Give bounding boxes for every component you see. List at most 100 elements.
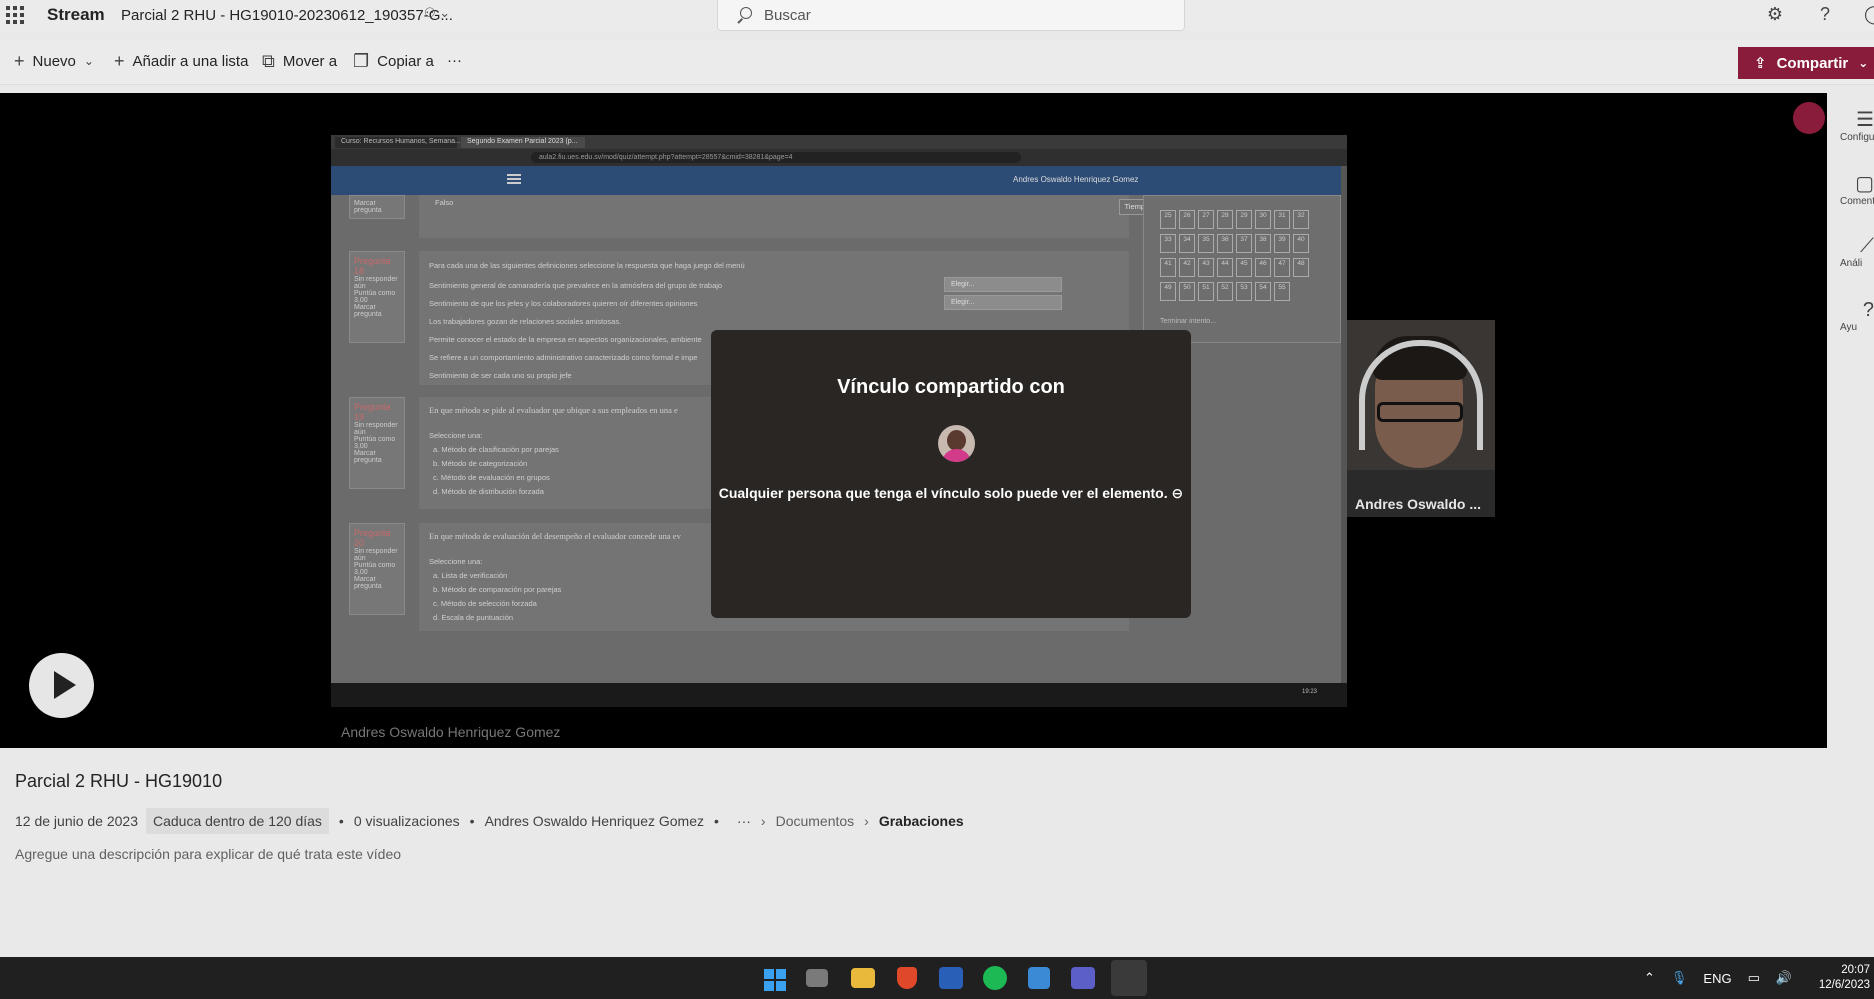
breadcrumb-documents[interactable]: Documentos (776, 813, 855, 829)
copy-to-button[interactable]: ❐ Copiar a (353, 52, 434, 70)
rail-help[interactable]: ? Ayu (1840, 299, 1874, 333)
choose-label: Seleccione una: (429, 557, 483, 566)
quiz-nav-cell: 45 (1236, 258, 1252, 277)
add-to-list-button[interactable]: + Añadir a una lista (114, 52, 248, 70)
quiz-nav-cell: 29 (1236, 210, 1252, 229)
rail-label: Ayu (1840, 322, 1858, 333)
analytics-icon: ⟋ (1860, 235, 1874, 257)
question-status: Sin responder aún (354, 276, 398, 290)
quiz-nav-cell: 49 (1160, 282, 1176, 301)
word-icon[interactable] (939, 967, 963, 989)
video-title[interactable]: Parcial 2 RHU - HG19010 (15, 771, 222, 792)
move-to-label: Mover a (282, 52, 338, 70)
video-owner[interactable]: Andres Oswaldo Henriquez Gomez (485, 813, 704, 829)
flag-text: Marcar pregunta (354, 450, 382, 464)
search-icon (736, 7, 752, 23)
option-text: b. Método de categorización (433, 459, 528, 468)
shared-taskbar: 19:23 (331, 683, 1347, 707)
microphone-icon[interactable]: 🎙 (1671, 970, 1688, 986)
separator: • (338, 813, 344, 829)
task-view-icon[interactable] (806, 969, 828, 987)
play-button[interactable] (29, 653, 94, 718)
match-row: Sentimiento de que los jefes y los colab… (429, 299, 698, 308)
separator: • (469, 813, 475, 829)
breadcrumb-more[interactable]: ··· (737, 813, 751, 829)
snipping-tool-icon[interactable] (1111, 960, 1147, 996)
quiz-nav-cell: 33 (1160, 234, 1176, 253)
person-share-icon[interactable]: ⚇ ⌄ (424, 5, 450, 21)
account-icon[interactable]: ◯ (1864, 4, 1874, 25)
chevron-down-icon: ⌄ (83, 54, 94, 68)
share-icon: ⇪ (1754, 55, 1767, 72)
share-dialog-title: Vínculo compartido con (837, 376, 1065, 398)
search-box[interactable]: Buscar (717, 0, 1185, 31)
match-row: Sentimiento de ser cada uno su propio je… (429, 371, 572, 380)
quiz-nav-cell: 55 (1274, 282, 1290, 301)
question-status: Sin responder aún (354, 548, 398, 562)
top-right-icons: ⚙ ? ◯ (1764, 4, 1874, 25)
question-score: Puntúa como 3,00 (354, 436, 396, 450)
description-input[interactable]: Agregue una descripción para explicar de… (15, 846, 401, 862)
expiry-badge[interactable]: Caduca dentro de 120 días (146, 808, 329, 834)
browser-tab-active: Segundo Examen Parcial 2023 (p... (461, 137, 585, 148)
quiz-nav-cell: 50 (1179, 282, 1195, 301)
rail-settings[interactable]: ☰ Configu (1840, 107, 1874, 143)
clock-time: 20:07 (1841, 964, 1870, 976)
rail-label: Coment (1840, 196, 1874, 207)
windows-taskbar: ⌃ 🎙 ENG ▭ 🔊 20:07 12/6/2023 (0, 957, 1874, 999)
option-text: c. Método de selección forzada (433, 599, 537, 608)
rail-analytics[interactable]: ⟋ Análi (1840, 235, 1874, 269)
store-icon[interactable] (1028, 967, 1050, 989)
option-text: c. Método de evaluación en grupos (433, 473, 550, 482)
more-button[interactable]: ··· (447, 52, 462, 69)
comment-icon: ▢ (1855, 173, 1874, 195)
teams-icon[interactable] (1071, 967, 1095, 989)
language-indicator[interactable]: ENG (1703, 971, 1731, 986)
quiz-nav-cell: 41 (1160, 258, 1176, 277)
quiz-nav-cell: 54 (1255, 282, 1271, 301)
option-text: a. Lista de verificación (433, 571, 508, 580)
chevron-right-icon: › (760, 813, 766, 829)
clock-date: 12/6/2023 (1818, 979, 1870, 991)
chevron-down-icon: ⌄ (1858, 56, 1869, 70)
moodle-header: Andres Oswaldo Henriquez Gomez (331, 166, 1341, 195)
option-text: b. Método de comparación por parejas (433, 585, 562, 594)
flag-text: Marcar pregunta (354, 304, 382, 318)
move-to-button[interactable]: ⧉ Mover a (262, 52, 337, 70)
option-text: Falso (435, 198, 454, 207)
quiz-nav-cell: 51 (1198, 282, 1214, 301)
question-body: Falso Tiempo restante 0:50:40 (419, 195, 1211, 238)
help-circle-icon: ? (1862, 299, 1874, 321)
search-input[interactable]: Buscar (764, 7, 811, 24)
quiz-nav-cell: 35 (1198, 234, 1214, 253)
app-launcher-icon[interactable] (6, 6, 24, 24)
settings-icon[interactable]: ⚙ (1764, 4, 1786, 25)
question-score: Puntúa como 3,00 (354, 562, 396, 576)
windows-start-icon[interactable] (764, 969, 786, 991)
match-row: Permite conocer el estado de la empresa … (429, 335, 702, 344)
view-count: 0 visualizaciones (353, 813, 460, 829)
breadcrumb-recordings[interactable]: Grabaciones (879, 813, 964, 829)
quiz-nav-cell: 44 (1217, 258, 1233, 277)
volume-icon[interactable]: 🔊 (1776, 970, 1792, 986)
quiz-nav-cell: 38 (1255, 234, 1271, 253)
quiz-nav-cell: 37 (1236, 234, 1252, 253)
network-icon[interactable]: ▭ (1748, 970, 1760, 986)
more-label: ··· (447, 52, 462, 69)
app-name[interactable]: Stream (47, 5, 105, 25)
file-title[interactable]: Parcial 2 RHU - HG19010-20230612_190357-… (121, 7, 453, 24)
question-prompt: En que método de evaluación del desempeñ… (429, 531, 681, 541)
rail-comments[interactable]: ▢ Coment (1840, 171, 1874, 207)
clock[interactable]: 20:07 12/6/2023 (1802, 963, 1870, 993)
brave-browser-icon[interactable] (897, 967, 917, 989)
chevron-up-icon[interactable]: ⌃ (1644, 970, 1655, 986)
spotify-icon[interactable] (983, 966, 1007, 990)
file-explorer-icon[interactable] (851, 968, 875, 988)
question-number: Pregunta 19 (354, 402, 391, 422)
help-icon[interactable]: ? (1814, 4, 1836, 25)
share-button[interactable]: ⇪ Compartir ⌄ (1738, 47, 1874, 79)
video-player[interactable]: Curso: Recursos Humanos, Semana... Segun… (0, 93, 1827, 748)
new-button[interactable]: + Nuevo ⌄ (14, 52, 94, 70)
share-dialog-message[interactable]: Cualquier persona que tenga el vínculo s… (711, 485, 1191, 502)
webcam-feed: Andres Oswaldo ... (1347, 320, 1495, 517)
